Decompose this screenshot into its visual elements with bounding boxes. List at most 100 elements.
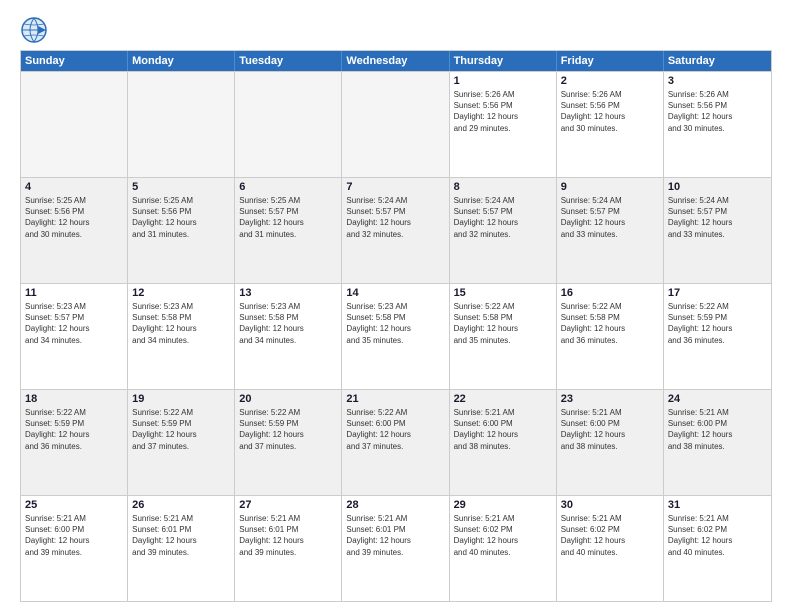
calendar-cell: 27 Sunrise: 5:21 AM Sunset: 6:01 PM Dayli… <box>235 496 342 601</box>
calendar-body: 1 Sunrise: 5:26 AM Sunset: 5:56 PM Daylig… <box>21 71 771 601</box>
calendar-cell: 26 Sunrise: 5:21 AM Sunset: 6:01 PM Dayli… <box>128 496 235 601</box>
day-info: Sunrise: 5:25 AM Sunset: 5:56 PM Dayligh… <box>132 195 230 240</box>
day-number: 8 <box>454 181 552 193</box>
day-info: Sunrise: 5:23 AM Sunset: 5:57 PM Dayligh… <box>25 301 123 346</box>
day-number: 28 <box>346 499 444 511</box>
calendar-cell: 22 Sunrise: 5:21 AM Sunset: 6:00 PM Dayli… <box>450 390 557 495</box>
calendar-header: SundayMondayTuesdayWednesdayThursdayFrid… <box>21 51 771 71</box>
day-info: Sunrise: 5:21 AM Sunset: 6:00 PM Dayligh… <box>25 513 123 558</box>
calendar-header-day: Monday <box>128 51 235 71</box>
page: SundayMondayTuesdayWednesdayThursdayFrid… <box>0 0 792 612</box>
day-number: 21 <box>346 393 444 405</box>
calendar-cell <box>21 72 128 177</box>
calendar-week: 4 Sunrise: 5:25 AM Sunset: 5:56 PM Daylig… <box>21 177 771 283</box>
calendar-cell: 11 Sunrise: 5:23 AM Sunset: 5:57 PM Dayli… <box>21 284 128 389</box>
day-number: 4 <box>25 181 123 193</box>
day-info: Sunrise: 5:24 AM Sunset: 5:57 PM Dayligh… <box>561 195 659 240</box>
day-number: 27 <box>239 499 337 511</box>
day-number: 16 <box>561 287 659 299</box>
calendar-header-day: Wednesday <box>342 51 449 71</box>
calendar-week: 18 Sunrise: 5:22 AM Sunset: 5:59 PM Dayli… <box>21 389 771 495</box>
calendar-cell: 10Sunrise: 5:24 AM Sunset: 5:57 PM Dayli… <box>664 178 771 283</box>
day-number: 11 <box>25 287 123 299</box>
day-number: 10 <box>668 181 767 193</box>
calendar-cell: 2 Sunrise: 5:26 AM Sunset: 5:56 PM Daylig… <box>557 72 664 177</box>
day-number: 7 <box>346 181 444 193</box>
day-info: Sunrise: 5:21 AM Sunset: 6:02 PM Dayligh… <box>454 513 552 558</box>
calendar-header-day: Saturday <box>664 51 771 71</box>
day-number: 9 <box>561 181 659 193</box>
calendar-cell: 24 Sunrise: 5:21 AM Sunset: 6:00 PM Dayli… <box>664 390 771 495</box>
calendar-header-day: Thursday <box>450 51 557 71</box>
calendar-cell: 12Sunrise: 5:23 AM Sunset: 5:58 PM Dayli… <box>128 284 235 389</box>
day-number: 6 <box>239 181 337 193</box>
day-number: 29 <box>454 499 552 511</box>
calendar-cell: 30 Sunrise: 5:21 AM Sunset: 6:02 PM Dayli… <box>557 496 664 601</box>
calendar-cell: 7 Sunrise: 5:24 AM Sunset: 5:57 PM Daylig… <box>342 178 449 283</box>
day-info: Sunrise: 5:26 AM Sunset: 5:56 PM Dayligh… <box>454 89 552 134</box>
day-info: Sunrise: 5:22 AM Sunset: 5:59 PM Dayligh… <box>239 407 337 452</box>
calendar-cell: 31Sunrise: 5:21 AM Sunset: 6:02 PM Dayli… <box>664 496 771 601</box>
day-info: Sunrise: 5:24 AM Sunset: 5:57 PM Dayligh… <box>346 195 444 240</box>
day-number: 24 <box>668 393 767 405</box>
day-number: 2 <box>561 75 659 87</box>
day-info: Sunrise: 5:23 AM Sunset: 5:58 PM Dayligh… <box>132 301 230 346</box>
calendar-cell: 28 Sunrise: 5:21 AM Sunset: 6:01 PM Dayli… <box>342 496 449 601</box>
day-number: 31 <box>668 499 767 511</box>
calendar-cell: 8 Sunrise: 5:24 AM Sunset: 5:57 PM Daylig… <box>450 178 557 283</box>
header <box>20 16 772 44</box>
day-number: 1 <box>454 75 552 87</box>
day-number: 20 <box>239 393 337 405</box>
day-info: Sunrise: 5:22 AM Sunset: 5:58 PM Dayligh… <box>561 301 659 346</box>
day-number: 23 <box>561 393 659 405</box>
calendar-cell: 16 Sunrise: 5:22 AM Sunset: 5:58 PM Dayli… <box>557 284 664 389</box>
calendar: SundayMondayTuesdayWednesdayThursdayFrid… <box>20 50 772 602</box>
calendar-cell: 13Sunrise: 5:23 AM Sunset: 5:58 PM Dayli… <box>235 284 342 389</box>
calendar-cell: 19 Sunrise: 5:22 AM Sunset: 5:59 PM Dayli… <box>128 390 235 495</box>
day-info: Sunrise: 5:21 AM Sunset: 6:01 PM Dayligh… <box>132 513 230 558</box>
day-number: 13 <box>239 287 337 299</box>
day-info: Sunrise: 5:25 AM Sunset: 5:56 PM Dayligh… <box>25 195 123 240</box>
day-number: 30 <box>561 499 659 511</box>
calendar-cell <box>128 72 235 177</box>
calendar-cell: 9 Sunrise: 5:24 AM Sunset: 5:57 PM Daylig… <box>557 178 664 283</box>
day-number: 3 <box>668 75 767 87</box>
day-number: 5 <box>132 181 230 193</box>
logo <box>20 16 52 44</box>
day-info: Sunrise: 5:22 AM Sunset: 5:59 PM Dayligh… <box>132 407 230 452</box>
logo-icon <box>20 16 48 44</box>
calendar-cell: 14Sunrise: 5:23 AM Sunset: 5:58 PM Dayli… <box>342 284 449 389</box>
day-info: Sunrise: 5:22 AM Sunset: 5:59 PM Dayligh… <box>25 407 123 452</box>
day-number: 19 <box>132 393 230 405</box>
day-number: 18 <box>25 393 123 405</box>
day-number: 22 <box>454 393 552 405</box>
day-info: Sunrise: 5:21 AM Sunset: 6:00 PM Dayligh… <box>668 407 767 452</box>
calendar-cell: 25 Sunrise: 5:21 AM Sunset: 6:00 PM Dayli… <box>21 496 128 601</box>
calendar-cell: 23 Sunrise: 5:21 AM Sunset: 6:00 PM Dayli… <box>557 390 664 495</box>
day-info: Sunrise: 5:26 AM Sunset: 5:56 PM Dayligh… <box>668 89 767 134</box>
day-number: 15 <box>454 287 552 299</box>
day-info: Sunrise: 5:21 AM Sunset: 6:01 PM Dayligh… <box>239 513 337 558</box>
day-info: Sunrise: 5:23 AM Sunset: 5:58 PM Dayligh… <box>346 301 444 346</box>
day-info: Sunrise: 5:21 AM Sunset: 6:00 PM Dayligh… <box>561 407 659 452</box>
day-info: Sunrise: 5:21 AM Sunset: 6:00 PM Dayligh… <box>454 407 552 452</box>
calendar-header-day: Sunday <box>21 51 128 71</box>
day-number: 25 <box>25 499 123 511</box>
day-info: Sunrise: 5:21 AM Sunset: 6:01 PM Dayligh… <box>346 513 444 558</box>
calendar-cell: 20 Sunrise: 5:22 AM Sunset: 5:59 PM Dayli… <box>235 390 342 495</box>
calendar-header-day: Friday <box>557 51 664 71</box>
day-info: Sunrise: 5:22 AM Sunset: 5:58 PM Dayligh… <box>454 301 552 346</box>
calendar-week: 1 Sunrise: 5:26 AM Sunset: 5:56 PM Daylig… <box>21 71 771 177</box>
calendar-cell: 29 Sunrise: 5:21 AM Sunset: 6:02 PM Dayli… <box>450 496 557 601</box>
calendar-week: 11 Sunrise: 5:23 AM Sunset: 5:57 PM Dayli… <box>21 283 771 389</box>
calendar-cell: 1 Sunrise: 5:26 AM Sunset: 5:56 PM Daylig… <box>450 72 557 177</box>
calendar-header-day: Tuesday <box>235 51 342 71</box>
calendar-week: 25 Sunrise: 5:21 AM Sunset: 6:00 PM Dayli… <box>21 495 771 601</box>
calendar-cell: 5 Sunrise: 5:25 AM Sunset: 5:56 PM Daylig… <box>128 178 235 283</box>
day-info: Sunrise: 5:24 AM Sunset: 5:57 PM Dayligh… <box>454 195 552 240</box>
calendar-cell <box>342 72 449 177</box>
day-info: Sunrise: 5:26 AM Sunset: 5:56 PM Dayligh… <box>561 89 659 134</box>
day-number: 26 <box>132 499 230 511</box>
day-info: Sunrise: 5:21 AM Sunset: 6:02 PM Dayligh… <box>561 513 659 558</box>
calendar-cell: 6Sunrise: 5:25 AM Sunset: 5:57 PM Daylig… <box>235 178 342 283</box>
